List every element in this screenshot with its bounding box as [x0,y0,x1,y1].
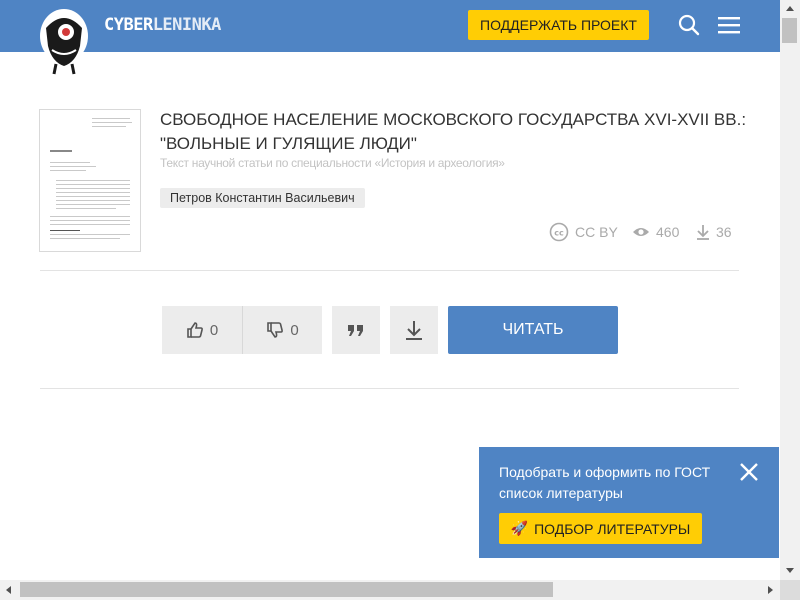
downloads-count: 36 [716,224,732,240]
eye-icon [633,228,649,236]
literature-selection-label: ПОДБОР ЛИТЕРАТУРЫ [534,520,691,537]
dislike-count: 0 [290,321,299,339]
logo-leninka-text: LENINKA [152,15,222,35]
download-icon [697,225,709,240]
quote-icon [348,325,363,336]
scroll-right-arrow-icon[interactable] [768,586,773,594]
author-tag[interactable]: Петров Константин Васильевич [160,188,365,208]
article-thumbnail[interactable] [39,109,141,252]
divider-bottom [40,388,739,389]
divider-top [40,270,739,271]
article-subtitle: Текст научной статьи по специальности «И… [160,156,505,170]
site-header: CYBERLENINKA ПОДДЕРЖАТЬ ПРОЕКТ [0,0,780,75]
download-button[interactable] [390,306,438,354]
thumbs-down-icon [267,322,284,338]
scroll-down-arrow-icon[interactable] [786,568,794,573]
logo-cyber-text: CYBER [104,15,153,35]
logo-robot-icon[interactable] [36,6,92,76]
literature-promo-panel: Подобрать и оформить по ГОСТ список лите… [479,447,779,558]
article-title: Свободное население Московского государс… [160,110,747,153]
hamburger-menu-icon[interactable] [718,15,740,35]
read-button[interactable]: ЧИТАТЬ [448,306,618,354]
scroll-up-arrow-icon[interactable] [786,6,794,11]
views-count: 460 [656,224,680,240]
rocket-icon: 🚀 [510,520,529,536]
downloads-counter: 36 [696,222,732,242]
license-badge[interactable]: cc CC BY [549,222,618,242]
page-viewport: CYBERLENINKA ПОДДЕРЖАТЬ ПРОЕКТ СВОБОДНОЕ… [0,0,780,580]
svg-text:cc: cc [554,229,564,238]
logo-wordmark[interactable]: CYBERLENINKA [104,15,221,35]
dislike-button[interactable]: 0 [243,306,322,354]
vertical-scrollbar[interactable] [780,0,800,580]
like-button[interactable]: 0 [162,306,242,354]
horizontal-scroll-thumb[interactable] [20,582,553,597]
support-project-button[interactable]: ПОДДЕРЖАТЬ ПРОЕКТ [468,10,649,40]
thumbs-up-icon [187,322,203,338]
vertical-scroll-thumb[interactable] [782,18,797,43]
promo-text: Подобрать и оформить по ГОСТ список лите… [499,464,711,501]
close-icon[interactable] [739,462,759,482]
scroll-left-arrow-icon[interactable] [6,586,11,594]
literature-selection-button[interactable]: 🚀 ПОДБОР ЛИТЕРАТУРЫ [499,513,702,544]
views-counter: 460 [632,222,679,242]
license-text: CC BY [575,224,618,240]
scrollbar-corner [780,580,800,600]
cite-button[interactable] [332,306,380,354]
like-count: 0 [209,321,219,339]
search-icon[interactable] [678,14,700,36]
horizontal-scrollbar[interactable] [0,580,780,600]
download-icon [406,321,422,340]
creative-commons-icon: cc [549,222,569,242]
